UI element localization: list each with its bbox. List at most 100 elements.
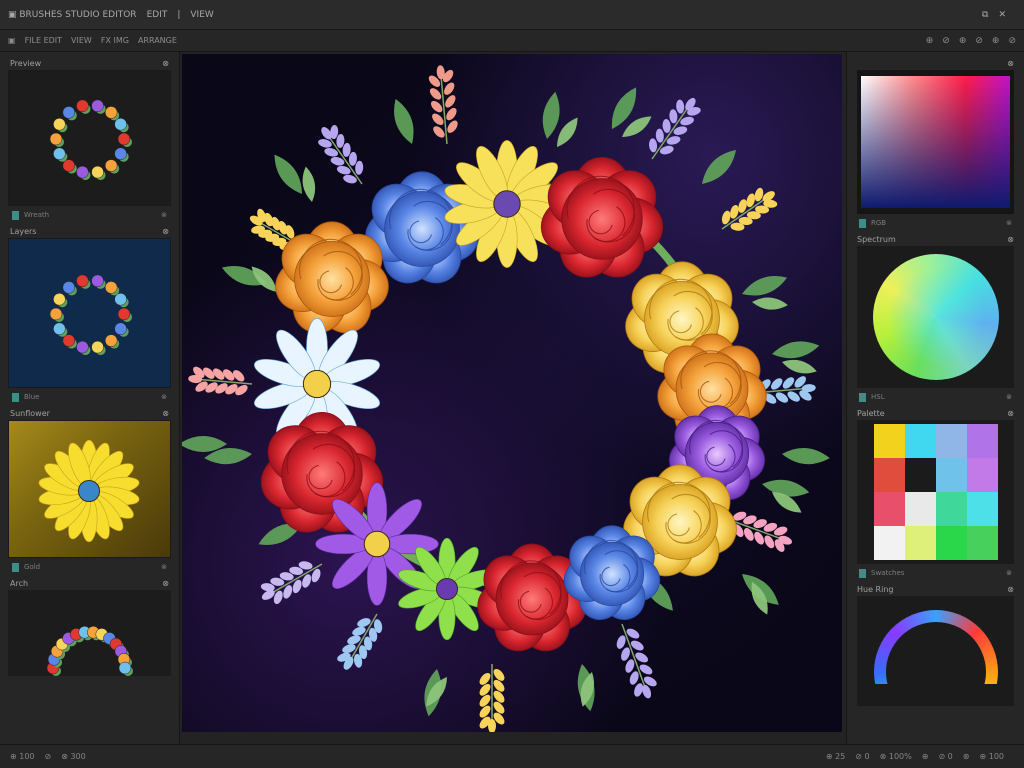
status-bar: ⊕ 100 ⊘ ⊗ 300 ⊕ 25 ⊘ 0 ⊗ 100% ⊕ ⊘ 0 ⊗ ⊕ … [0,744,1024,768]
settings-icon[interactable]: ⊗ [162,579,169,588]
mode-label: RGB [871,219,887,227]
thumbnail-arch[interactable] [8,590,171,676]
settings-icon[interactable]: ⊗ [1007,235,1014,244]
sprig [260,561,323,605]
eyedropper-icon[interactable]: ⊗ [1006,393,1012,401]
menu-file-edit[interactable]: FILE EDIT [25,36,62,45]
thumbnail-preview[interactable] [8,70,171,206]
palette-swatch[interactable] [873,424,905,458]
left-panel: Preview ⊗ Wreath ⊗ Layers ⊗ Blue ⊗ Sunfl… [0,52,180,744]
palette-swatch[interactable] [935,424,967,458]
palette-swatch[interactable] [904,424,936,458]
settings-icon[interactable]: ⊗ [1007,585,1014,594]
tool-icon-6[interactable]: ⊘ [1008,36,1016,46]
status-right-6[interactable]: ⊗ [963,752,970,761]
status-right-1[interactable]: ⊕ 25 [826,752,845,761]
mini-flower [91,340,104,354]
close-icon[interactable]: ✕ [998,10,1006,20]
mini-flower [114,322,127,336]
main-canvas[interactable] [182,54,842,732]
status-right-5[interactable]: ⊘ 0 [938,752,952,761]
palette-swatch[interactable] [904,492,936,526]
mode-label: Swatches [871,569,905,577]
sprig [337,613,383,670]
hue-ring-box[interactable] [857,596,1014,706]
palette-swatch[interactable] [935,526,967,560]
mini-flower [91,165,104,179]
mini-flower [76,99,89,113]
status-icon[interactable]: ⊘ [45,752,52,761]
left-section-footer: Gold ⊗ [0,558,179,576]
color-swatch [859,568,866,578]
leaf [274,154,302,194]
mini-flower [49,307,63,321]
thumbnail-layer[interactable] [8,238,171,388]
eyedropper-icon[interactable]: ⊗ [1006,219,1012,227]
color-swatch [859,218,866,228]
eyedropper-icon[interactable]: ⊗ [1006,569,1012,577]
mini-flower [53,117,66,131]
restore-icon[interactable]: ⧉ [982,10,988,20]
mini-flower [91,274,104,288]
palette-box [857,420,1014,564]
palette-swatch[interactable] [873,526,905,560]
menu-view-tb[interactable]: VIEW [71,36,92,45]
leaf [702,150,736,184]
menu-fx[interactable]: FX IMG [101,36,129,45]
app-window: ▣ BRUSHES STUDIO EDITOR EDIT | VIEW ⧉ ✕ … [0,0,1024,768]
tool-icon-2[interactable]: ⊘ [942,36,950,46]
left-section-header: Layers ⊗ [0,224,179,238]
settings-icon[interactable]: ⊗ [1007,409,1014,418]
size-readout[interactable]: ⊗ 300 [61,752,86,761]
palette-swatch[interactable] [873,458,905,492]
palette-swatch[interactable] [935,492,967,526]
mini-flower [104,281,118,294]
menu-edit[interactable]: EDIT [147,10,168,20]
settings-icon[interactable]: ⊗ [1007,59,1014,68]
palette-swatch[interactable] [966,526,998,560]
palette-swatch[interactable] [904,458,936,492]
mini-flower [114,117,127,131]
menu-arrange[interactable]: ARRANGE [138,36,177,45]
color-wheel-box[interactable] [857,246,1014,388]
mini-flower [114,292,127,306]
palette-swatch[interactable] [966,492,998,526]
mini-flower [62,159,76,172]
palette-swatch[interactable] [966,458,998,492]
settings-icon[interactable]: ⊗ [162,59,169,68]
palette-swatch[interactable] [935,458,967,492]
leaf [772,341,820,359]
palette-swatch[interactable] [966,424,998,458]
tool-icon-4[interactable]: ⊘ [975,36,983,46]
sprig [188,366,253,396]
mini-flower [76,340,89,354]
visibility-icon[interactable]: ⊗ [161,563,167,571]
visibility-icon[interactable]: ⊗ [161,393,167,401]
tool-icon-1[interactable]: ⊕ [926,36,934,46]
settings-icon[interactable]: ⊗ [162,227,169,236]
visibility-icon[interactable]: ⊗ [161,211,167,219]
status-right-2[interactable]: ⊘ 0 [855,752,869,761]
right-section-header: Palette ⊗ [847,406,1024,420]
left-section-title: Arch [10,578,29,588]
right-section-title: Hue Ring [857,584,894,594]
mini-flower [104,159,118,172]
menu-view[interactable]: VIEW [190,10,213,20]
settings-icon[interactable]: ⊗ [162,409,169,418]
status-right-4[interactable]: ⊕ [922,752,929,761]
mini-flower [62,106,76,119]
color-picker-square[interactable] [857,70,1014,214]
status-right-7[interactable]: ⊕ 100 [979,752,1004,761]
palette-swatch[interactable] [873,492,905,526]
menu-divider: | [177,9,181,20]
sprig [318,125,364,185]
status-right-3[interactable]: ⊗ 100% [880,752,912,761]
thumbnail-sunflower[interactable] [8,420,171,558]
tool-icon-5[interactable]: ⊕ [992,36,1000,46]
tool-icon-3[interactable]: ⊕ [959,36,967,46]
color-wheel[interactable] [872,254,999,380]
menu-app-icon[interactable]: ▣ [8,36,16,45]
zoom-readout[interactable]: ⊕ 100 [10,752,35,761]
left-section-title: Preview [10,58,42,68]
palette-swatch[interactable] [904,526,936,560]
